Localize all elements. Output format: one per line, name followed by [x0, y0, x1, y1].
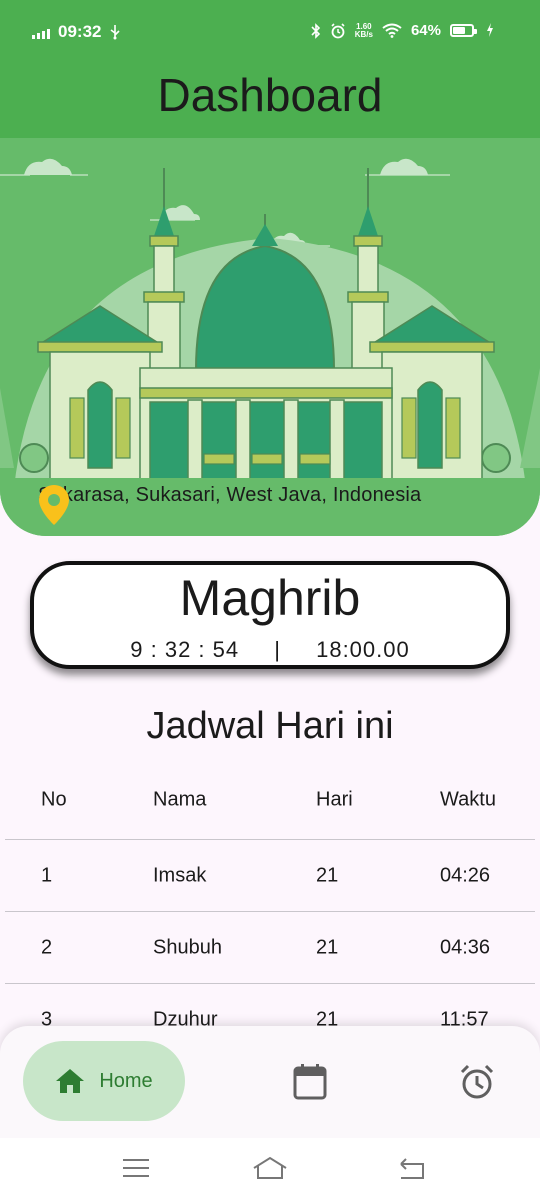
prayer-name: Maghrib — [179, 570, 361, 626]
table-header: No Nama Hari Waktu — [5, 760, 535, 840]
cell-time: 04:36 — [440, 936, 491, 958]
system-home-icon[interactable] — [252, 1156, 288, 1180]
column-header: Nama — [153, 788, 207, 810]
status-bar: 09:32 1.60 KB/s 64% — [0, 0, 540, 64]
recent-apps-icon[interactable] — [122, 1158, 150, 1178]
column-header: Hari — [316, 788, 353, 810]
app-bar: Dashboard — [0, 64, 540, 138]
nav-home-button[interactable]: Home — [23, 1041, 185, 1121]
mosque-illustration — [0, 158, 540, 536]
battery-percent: 64% — [410, 22, 441, 39]
cell-name: Imsak — [153, 864, 207, 886]
status-time: 09:32 — [58, 22, 102, 41]
location-row: Sukarasa, Sukasari, West Java, Indonesia — [38, 484, 422, 525]
wifi-icon — [382, 23, 402, 38]
bluetooth-icon — [311, 22, 320, 39]
hero-banner: Sukarasa, Sukasari, West Java, Indonesia — [0, 138, 540, 536]
alarm-clock-icon[interactable] — [459, 1064, 495, 1100]
prayer-time-row: 9 : 32 : 54 | 18:00.00 — [34, 637, 506, 663]
charging-icon — [487, 23, 493, 37]
cell-no: 1 — [41, 864, 53, 886]
nav-home-label: Home — [99, 1069, 153, 1092]
cell-no: 2 — [41, 936, 53, 958]
back-icon[interactable] — [397, 1158, 427, 1180]
table-row: 1 Imsak 21 04:26 — [5, 840, 535, 912]
signal-icon — [32, 25, 50, 39]
alarm-icon — [331, 22, 345, 38]
page-title: Dashboard — [157, 69, 383, 121]
bottom-navigation: Home — [0, 1026, 540, 1138]
schedule-title: Jadwal Hari ini — [146, 705, 394, 747]
column-header: Waktu — [440, 788, 496, 810]
table-row: 2 Shubuh 21 04:36 — [5, 912, 535, 984]
location-text: Sukarasa, Sukasari, West Java, Indonesia — [38, 484, 422, 506]
cell-day: 21 — [316, 936, 339, 958]
calendar-icon[interactable] — [293, 1064, 327, 1100]
location-pin-icon — [39, 485, 69, 525]
system-navigation-bar — [0, 1138, 540, 1200]
cell-day: 21 — [316, 864, 339, 886]
next-prayer-card: Maghrib 9 : 32 : 54 | 18:00.00 — [30, 561, 510, 669]
usb-icon — [111, 25, 121, 40]
cell-time: 04:26 — [440, 864, 491, 886]
column-header: No — [41, 788, 67, 810]
battery-icon — [450, 24, 477, 37]
cell-name: Shubuh — [153, 936, 222, 958]
prayer-time: 18:00.00 — [316, 637, 410, 662]
schedule-table: No Nama Hari Waktu 1 Imsak 21 04:26 2 Sh… — [5, 760, 535, 1056]
home-icon — [56, 1069, 85, 1093]
countdown: 9 : 32 : 54 — [130, 637, 240, 662]
time-separator: | — [274, 637, 281, 662]
net-speed: 1.60 KB/s — [354, 21, 373, 39]
